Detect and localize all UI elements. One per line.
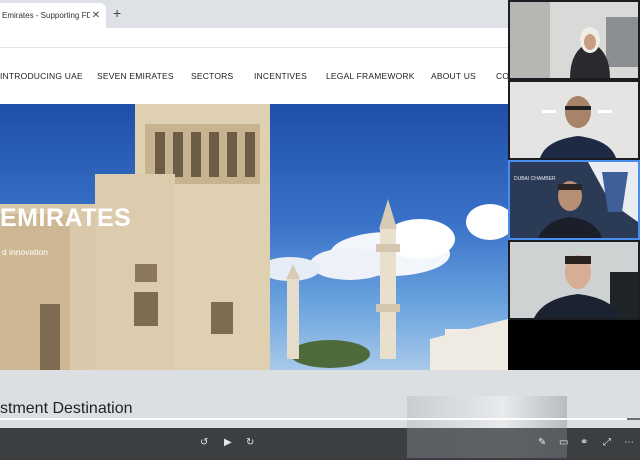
play-icon[interactable]: ▶ [224,437,232,448]
address-bar[interactable] [0,28,508,48]
more-options-icon[interactable]: ⋯ [624,437,634,448]
dubai-chamber-logo: DUBAI CHAMBER [514,176,556,182]
participant-video-3 [510,162,638,238]
participants-panel: DUBAI CHAMBER [508,0,640,320]
hero-title: EMIRATES [0,204,132,232]
nav-sectors[interactable]: SECTORS [191,71,233,81]
hero-image [0,104,508,370]
nav-legal-framework[interactable]: LEGAL FRAMEWORK [326,71,415,81]
tab-title: Emirates - Supporting FDI [2,11,90,20]
close-icon[interactable]: ✕ [90,10,102,21]
participant-tile-1[interactable] [510,2,638,78]
participant-video-1 [510,2,638,78]
hero-banner: EMIRATES d innovation [0,104,508,370]
browser-tab[interactable]: Emirates - Supporting FDI ✕ [0,3,106,28]
participant-tile-4[interactable] [510,242,638,318]
new-tab-button[interactable]: + [113,5,121,21]
browser-tab-bar: Emirates - Supporting FDI ✕ + [0,0,508,28]
nav-incentives[interactable]: INCENTIVES [254,71,307,81]
share-icon[interactable]: ⚭ [580,437,588,448]
fullscreen-icon[interactable]: ⤢ [603,437,611,448]
nav-seven-emirates[interactable]: SEVEN EMIRATES [97,71,174,81]
participant-video-2 [510,82,638,158]
site-nav: INTRODUCING UAE SEVEN EMIRATES SECTORS I… [0,48,508,104]
participant-video-4 [510,242,638,318]
forward-icon[interactable]: ↻ [246,437,254,448]
subtitles-icon[interactable]: ▭ [559,437,568,448]
nav-contact[interactable]: CO [496,71,508,81]
video-progress [0,418,628,420]
participant-tile-2[interactable] [510,82,638,158]
hero-subtitle: d innovation [2,247,48,257]
pen-icon[interactable]: ✎ [538,437,546,448]
nav-about-us[interactable]: ABOUT US [431,71,476,81]
nav-introducing-uae[interactable]: INTRODUCING UAE [0,71,83,81]
section-heading: stment Destination [0,400,133,417]
participant-tile-3[interactable]: DUBAI CHAMBER [508,160,640,240]
rewind-icon[interactable]: ↺ [200,437,208,448]
